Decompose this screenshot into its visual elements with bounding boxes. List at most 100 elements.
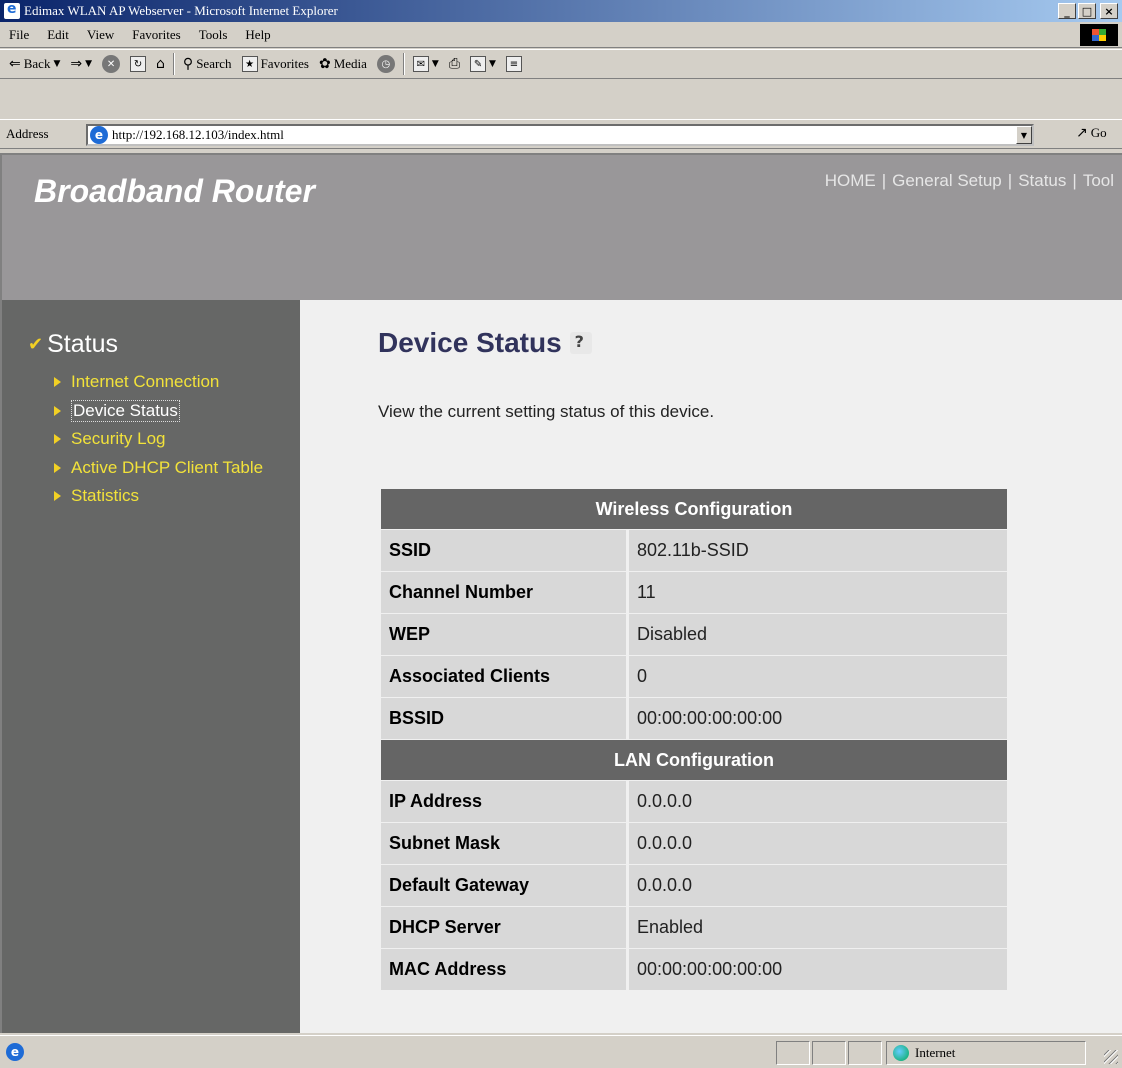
windows-logo-icon <box>1080 24 1118 46</box>
triangle-bullet-icon <box>54 377 61 388</box>
search-icon: ⚲ <box>182 56 194 72</box>
chevron-down-icon[interactable]: ▼ <box>85 59 92 69</box>
resize-grip[interactable] <box>1104 1050 1118 1064</box>
printer-icon: ⎙ <box>448 56 461 72</box>
address-url: http://192.168.12.103/index.html <box>112 127 284 142</box>
router-header: Broadband Router HOME | General Setup | … <box>2 155 1122 300</box>
document-icon: ≡ <box>505 56 522 72</box>
menu-bar: File Edit View Favorites Tools Help <box>0 22 1122 48</box>
chevron-down-icon[interactable]: ▼ <box>432 59 439 69</box>
chevron-down-icon[interactable]: ▼ <box>489 59 496 69</box>
page-title-text: Device Status <box>378 327 562 358</box>
back-arrow-icon: ⇐ <box>9 56 21 72</box>
favorites-button[interactable]: ★ Favorites <box>237 56 314 72</box>
table-row: BSSID 00:00:00:00:00:00 <box>381 698 1007 739</box>
row-key: Default Gateway <box>381 865 629 906</box>
row-key: Channel Number <box>381 572 629 613</box>
brand-title: Broadband Router <box>34 173 315 209</box>
triangle-bullet-icon <box>54 462 61 473</box>
row-key: Subnet Mask <box>381 823 629 864</box>
search-button[interactable]: ⚲ Search <box>178 56 237 72</box>
mail-icon: ✉ <box>412 56 429 72</box>
status-bar: e Internet <box>0 1035 1122 1068</box>
back-button[interactable]: ⇐ Back ▼ <box>4 56 65 72</box>
table-row: Channel Number 11 <box>381 572 1007 613</box>
sidebar-item-label: Statistics <box>71 486 140 506</box>
lan-configuration-heading: LAN Configuration <box>381 740 1007 780</box>
table-row: Associated Clients 0 <box>381 656 1007 697</box>
sidebar: ✔ Status Internet Connection Device Stat… <box>2 300 300 1033</box>
menu-view[interactable]: View <box>78 27 123 43</box>
window-controls: _ □ × <box>1058 3 1118 19</box>
table-row: IP Address 0.0.0.0 <box>381 781 1007 822</box>
top-navigation: HOME | General Setup | Status | Tool <box>825 171 1114 191</box>
zone-label: Internet <box>915 1045 956 1060</box>
help-icon[interactable] <box>569 332 592 354</box>
sidebar-item-label: Active DHCP Client Table <box>71 457 264 477</box>
address-dropdown-icon[interactable]: ▼ <box>1016 126 1032 144</box>
nav-tool[interactable]: Tool <box>1083 171 1114 191</box>
address-label: Address <box>6 126 49 141</box>
mail-button[interactable]: ✉ ▼ <box>408 56 444 72</box>
chevron-down-icon[interactable]: ▼ <box>53 59 60 69</box>
home-button[interactable]: ⌂ <box>151 56 170 72</box>
sidebar-item-statistics[interactable]: Statistics <box>54 482 263 511</box>
window-titlebar[interactable]: Edimax WLAN AP Webserver - Microsoft Int… <box>0 0 1122 22</box>
refresh-icon: ↻ <box>130 56 147 72</box>
toolbar-separator <box>402 53 405 75</box>
go-label: Go <box>1090 125 1107 140</box>
sidebar-item-security-log[interactable]: Security Log <box>54 425 263 454</box>
print-button[interactable]: ⎙ <box>444 56 465 72</box>
close-button[interactable]: × <box>1100 3 1118 19</box>
discuss-button[interactable]: ≡ <box>501 56 527 72</box>
triangle-bullet-icon <box>54 405 61 416</box>
media-label: Media <box>333 56 367 71</box>
menu-file[interactable]: File <box>0 27 38 43</box>
checkmark-icon: ✔ <box>28 334 44 355</box>
menu-edit[interactable]: Edit <box>38 27 78 43</box>
menu-tools[interactable]: Tools <box>190 27 237 43</box>
sidebar-item-active-dhcp-client-table[interactable]: Active DHCP Client Table <box>54 454 263 483</box>
minimize-button[interactable]: _ <box>1058 3 1076 19</box>
nav-status[interactable]: Status <box>1018 171 1066 191</box>
media-button[interactable]: ✿ Media <box>314 56 372 72</box>
nav-general-setup[interactable]: General Setup <box>892 171 1002 191</box>
wireless-configuration-heading: Wireless Configuration <box>381 489 1007 529</box>
row-key: Associated Clients <box>381 656 629 697</box>
sidebar-title-label: Status <box>47 330 118 358</box>
edit-button[interactable]: ✎ ▼ <box>465 56 501 72</box>
address-input[interactable]: e http://192.168.12.103/index.html ▼ <box>86 124 1034 146</box>
sidebar-item-internet-connection[interactable]: Internet Connection <box>54 368 263 397</box>
sidebar-item-device-status[interactable]: Device Status <box>54 397 263 426</box>
nav-divider: | <box>881 171 887 190</box>
main-content: Device Status View the current setting s… <box>300 300 1122 1033</box>
refresh-button[interactable]: ↻ <box>125 56 151 72</box>
row-key: BSSID <box>381 698 629 739</box>
row-value: 802.11b-SSID <box>629 530 1007 571</box>
page-icon: e <box>90 126 108 144</box>
device-status-table: Wireless Configuration SSID 802.11b-SSID… <box>381 488 1007 991</box>
toolbar-separator <box>172 53 175 75</box>
nav-home[interactable]: HOME <box>825 171 876 191</box>
status-panel <box>848 1041 882 1065</box>
status-panel <box>812 1041 846 1065</box>
table-row: WEP Disabled <box>381 614 1007 655</box>
forward-arrow-icon: ⇒ <box>70 56 83 72</box>
maximize-button[interactable]: □ <box>1078 3 1096 19</box>
row-value: 0.0.0.0 <box>629 781 1007 822</box>
stop-button[interactable]: ✕ <box>97 55 125 73</box>
table-row: MAC Address 00:00:00:00:00:00 <box>381 949 1007 990</box>
row-key: IP Address <box>381 781 629 822</box>
table-row: DHCP Server Enabled <box>381 907 1007 948</box>
sidebar-item-label: Internet Connection <box>71 372 220 392</box>
go-button[interactable]: ↗ Go <box>1076 125 1107 141</box>
search-label: Search <box>196 56 232 71</box>
row-key: WEP <box>381 614 629 655</box>
globe-icon <box>893 1045 909 1061</box>
standard-toolbar: ⇐ Back ▼ ⇒ ▼ ✕ ↻ ⌂ ⚲ Search ★ Favorites … <box>0 49 1122 79</box>
menu-help[interactable]: Help <box>236 27 279 43</box>
forward-button[interactable]: ⇒ ▼ <box>65 56 97 72</box>
menu-favorites[interactable]: Favorites <box>123 27 189 43</box>
history-button[interactable]: ◷ <box>372 55 400 73</box>
row-key: SSID <box>381 530 629 571</box>
